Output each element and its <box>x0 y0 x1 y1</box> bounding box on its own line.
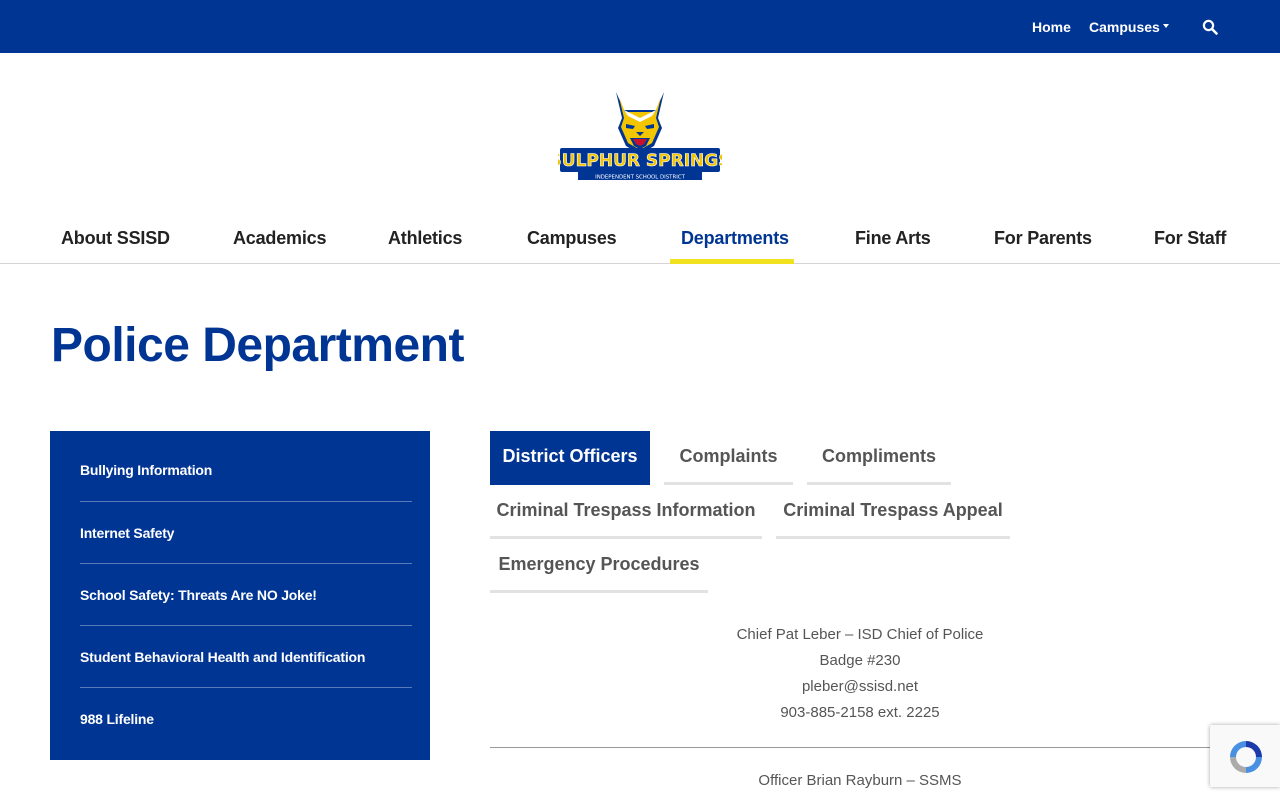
nav-athletics[interactable]: Athletics <box>388 228 462 249</box>
officer-badge: Badge #230 <box>819 652 901 669</box>
top-nav-home-link[interactable]: Home <box>1032 18 1071 36</box>
tab-district-officers[interactable]: District Officers <box>490 431 650 485</box>
tab-compliments[interactable]: Compliments <box>807 431 951 485</box>
officer-email[interactable]: pleber@ssisd.net <box>490 674 1230 700</box>
sidebar-menu: Bullying Information Internet Safety Sch… <box>50 431 430 760</box>
nav-for-parents[interactable]: For Parents <box>994 228 1092 249</box>
sidebar-item-bullying-information[interactable]: Bullying Information <box>80 431 412 502</box>
svg-text:SULPHUR SPRINGS: SULPHUR SPRINGS <box>558 151 722 171</box>
sidebar-item-student-behavioral-health[interactable]: Student Behavioral Health and Identifica… <box>80 626 412 688</box>
search-icon[interactable] <box>1202 19 1218 35</box>
recaptcha-icon <box>1230 741 1262 773</box>
sidebar-item-internet-safety[interactable]: Internet Safety <box>80 502 412 564</box>
nav-campuses[interactable]: Campuses <box>527 228 617 249</box>
svg-text:INDEPENDENT SCHOOL DISTRICT: INDEPENDENT SCHOOL DISTRICT <box>595 175 685 181</box>
bobcat-logo-icon: SULPHUR SPRINGS INDEPENDENT SCHOOL DISTR… <box>549 92 731 181</box>
page-title: Police Department <box>51 319 464 372</box>
officer-divider <box>490 747 1230 748</box>
nav-departments[interactable]: Departments <box>681 228 789 249</box>
officer-card: Chief Pat Leber – ISD Chief of Police Ba… <box>490 622 1230 726</box>
active-nav-underline <box>670 259 794 264</box>
main-navigation: About SSISD Academics Athletics Campuses… <box>0 214 1280 264</box>
tab-complaints[interactable]: Complaints <box>664 431 793 485</box>
officer-phone: 903-885-2158 ext. 2225 <box>780 704 940 721</box>
nav-about-ssisd[interactable]: About SSISD <box>61 228 170 249</box>
tab-criminal-trespass-appeal[interactable]: Criminal Trespass Appeal <box>776 485 1010 539</box>
nav-fine-arts[interactable]: Fine Arts <box>855 228 931 249</box>
district-logo[interactable]: SULPHUR SPRINGS INDEPENDENT SCHOOL DISTR… <box>549 88 731 182</box>
officer-name: Chief Pat Leber – ISD Chief of Police <box>736 626 984 643</box>
tab-emergency-procedures[interactable]: Emergency Procedures <box>490 539 708 593</box>
sidebar-item-988-lifeline[interactable]: 988 Lifeline <box>80 688 412 750</box>
top-utility-bar: Home Campuses <box>0 0 1280 53</box>
caret-down-icon <box>1162 24 1169 29</box>
sidebar-item-school-safety[interactable]: School Safety: Threats Are NO Joke! <box>80 564 412 626</box>
top-nav-campuses-label: Campuses <box>1089 19 1160 35</box>
officer-name: Officer Brian Rayburn – SSMS <box>758 772 962 789</box>
officer-card: Officer Brian Rayburn – SSMS <box>490 768 1230 794</box>
top-nav-campuses-dropdown[interactable]: Campuses <box>1089 18 1169 36</box>
recaptcha-badge[interactable] <box>1210 725 1280 787</box>
nav-academics[interactable]: Academics <box>233 228 326 249</box>
tab-criminal-trespass-information[interactable]: Criminal Trespass Information <box>490 485 762 539</box>
nav-for-staff[interactable]: For Staff <box>1154 228 1226 249</box>
